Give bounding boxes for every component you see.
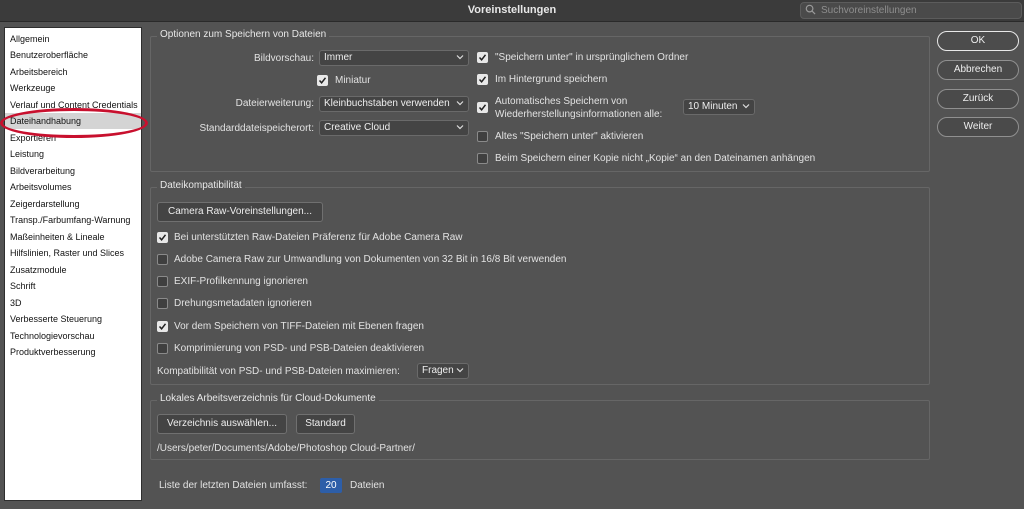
- ignore-exif-label: EXIF-Profilkennung ignorieren: [174, 276, 308, 287]
- background-save-label: Im Hintergrund speichern: [495, 74, 608, 85]
- prefer-acr-checkbox[interactable]: [157, 232, 168, 243]
- choose-directory-button[interactable]: Verzeichnis auswählen...: [157, 414, 287, 434]
- recent-files-count[interactable]: 20: [320, 478, 342, 493]
- ask-tiff-checkbox[interactable]: [157, 321, 168, 332]
- disable-compression-checkbox[interactable]: [157, 343, 168, 354]
- ask-tiff-label: Vor dem Speichern von TIFF-Dateien mit E…: [174, 321, 424, 332]
- acr-32bit-checkbox[interactable]: [157, 254, 168, 265]
- next-button[interactable]: Weiter: [937, 117, 1019, 137]
- ok-button[interactable]: OK: [937, 31, 1019, 51]
- location-select[interactable]: Creative Cloud: [319, 120, 469, 136]
- autosave-interval-value: 10 Minuten: [688, 101, 738, 112]
- chevron-down-icon: [742, 104, 750, 109]
- chevron-down-icon: [456, 55, 464, 60]
- compat-legend: Dateikompatibilität: [157, 180, 245, 191]
- sidebar-item-leistung[interactable]: Leistung: [5, 146, 141, 162]
- sidebar-item-arbeitsbereich[interactable]: Arbeitsbereich: [5, 64, 141, 80]
- cancel-button[interactable]: Abbrechen: [937, 60, 1019, 80]
- sidebar-item-hilfslinien[interactable]: Hilfslinien, Raster und Slices: [5, 245, 141, 261]
- ignore-rotation-label: Drehungsmetadaten ignorieren: [174, 298, 312, 309]
- preview-select[interactable]: Immer: [319, 50, 469, 66]
- checkmark-icon: [478, 54, 487, 61]
- autosave-checkbox[interactable]: [477, 102, 488, 113]
- sidebar-item-exportieren[interactable]: Exportieren: [5, 130, 141, 146]
- save-options-legend: Optionen zum Speichern von Dateien: [157, 29, 330, 40]
- sidebar-item-zeigerdarstellung[interactable]: Zeigerdarstellung: [5, 196, 141, 212]
- maximize-compat-value: Fragen: [422, 365, 454, 376]
- sidebar-item-arbeitsvolumes[interactable]: Arbeitsvolumes: [5, 179, 141, 195]
- sidebar-item-zusatzmodule[interactable]: Zusatzmodule: [5, 262, 141, 278]
- no-copy-suffix-label: Beim Speichern einer Kopie nicht „Kopie“…: [495, 153, 816, 164]
- checkmark-icon: [158, 323, 167, 330]
- default-directory-button[interactable]: Standard: [296, 414, 355, 434]
- checkmark-icon: [478, 76, 487, 83]
- ignore-exif-checkbox[interactable]: [157, 276, 168, 287]
- preview-select-value: Immer: [324, 52, 353, 63]
- cloud-directory-path: /Users/peter/Documents/Adobe/Photoshop C…: [157, 443, 415, 454]
- no-copy-suffix-checkbox[interactable]: [477, 153, 488, 164]
- background-save-checkbox[interactable]: [477, 74, 488, 85]
- prefer-acr-label: Bei unterstützten Raw-Dateien Präferenz …: [174, 232, 463, 243]
- legacy-save-as-checkbox[interactable]: [477, 131, 488, 142]
- chevron-down-icon: [456, 101, 464, 106]
- title-bar: Voreinstellungen: [0, 0, 1024, 22]
- search-input[interactable]: [821, 4, 1017, 17]
- location-label: Standarddateispeicherort:: [199, 123, 314, 134]
- acr-32bit-label: Adobe Camera Raw zur Umwandlung von Doku…: [174, 254, 567, 265]
- autosave-interval-select[interactable]: 10 Minuten: [683, 99, 755, 115]
- sidebar: Allgemein Benutzeroberfläche Arbeitsbere…: [4, 27, 142, 501]
- location-select-value: Creative Cloud: [324, 122, 391, 133]
- extension-select[interactable]: Kleinbuchstaben verwenden: [319, 96, 469, 112]
- autosave-label-line2: Wiederherstellungsinformationen alle:: [495, 109, 663, 120]
- sidebar-item-verbesserte-steuerung[interactable]: Verbesserte Steuerung: [5, 311, 141, 327]
- sidebar-item-dateihandhabung[interactable]: Dateihandhabung: [5, 113, 141, 129]
- chevron-down-icon: [456, 368, 464, 373]
- extension-select-value: Kleinbuchstaben verwenden: [324, 98, 450, 109]
- legacy-save-as-label: Altes "Speichern unter" aktivieren: [495, 131, 644, 142]
- sidebar-item-transparenz[interactable]: Transp./Farbumfang-Warnung: [5, 212, 141, 228]
- recent-files-unit: Dateien: [350, 480, 385, 491]
- chevron-down-icon: [456, 125, 464, 130]
- sidebar-item-bildverarbeitung[interactable]: Bildverarbeitung: [5, 163, 141, 179]
- ignore-rotation-checkbox[interactable]: [157, 298, 168, 309]
- back-button[interactable]: Zurück: [937, 89, 1019, 109]
- cloud-directory-legend: Lokales Arbeitsverzeichnis für Cloud-Dok…: [157, 393, 379, 404]
- sidebar-item-technologievorschau[interactable]: Technologievorschau: [5, 328, 141, 344]
- search-icon: [805, 4, 816, 15]
- sidebar-item-masseinheiten[interactable]: Maßeinheiten & Lineale: [5, 229, 141, 245]
- autosave-label-line1: Automatisches Speichern von: [495, 96, 628, 107]
- maximize-compat-select[interactable]: Fragen: [417, 363, 469, 379]
- checkmark-icon: [478, 104, 487, 111]
- sidebar-item-schrift[interactable]: Schrift: [5, 278, 141, 294]
- camera-raw-prefs-button[interactable]: Camera Raw-Voreinstellungen...: [157, 202, 323, 222]
- sidebar-item-produktverbesserung[interactable]: Produktverbesserung: [5, 344, 141, 360]
- sidebar-item-3d[interactable]: 3D: [5, 295, 141, 311]
- thumbnail-checkbox[interactable]: [317, 75, 328, 86]
- maximize-compat-label: Kompatibilität von PSD- und PSB-Dateien …: [157, 366, 400, 377]
- sidebar-item-werkzeuge[interactable]: Werkzeuge: [5, 80, 141, 96]
- recent-files-label: Liste der letzten Dateien umfasst:: [159, 480, 308, 491]
- checkmark-icon: [318, 77, 327, 84]
- extension-label: Dateierweiterung:: [235, 98, 314, 109]
- preview-label: Bildvorschau:: [253, 53, 314, 64]
- save-as-original-label: "Speichern unter" in ursprünglichem Ordn…: [495, 52, 689, 63]
- sidebar-item-verlauf[interactable]: Verlauf und Content Credentials: [5, 97, 141, 113]
- checkmark-icon: [158, 234, 167, 241]
- sidebar-item-allgemein[interactable]: Allgemein: [5, 31, 141, 47]
- disable-compression-label: Komprimierung von PSD- und PSB-Dateien d…: [174, 343, 425, 354]
- search-box[interactable]: [800, 2, 1022, 19]
- sidebar-item-benutzeroberflaeche[interactable]: Benutzeroberfläche: [5, 47, 141, 63]
- thumbnail-label: Miniatur: [335, 75, 371, 86]
- save-as-original-checkbox[interactable]: [477, 52, 488, 63]
